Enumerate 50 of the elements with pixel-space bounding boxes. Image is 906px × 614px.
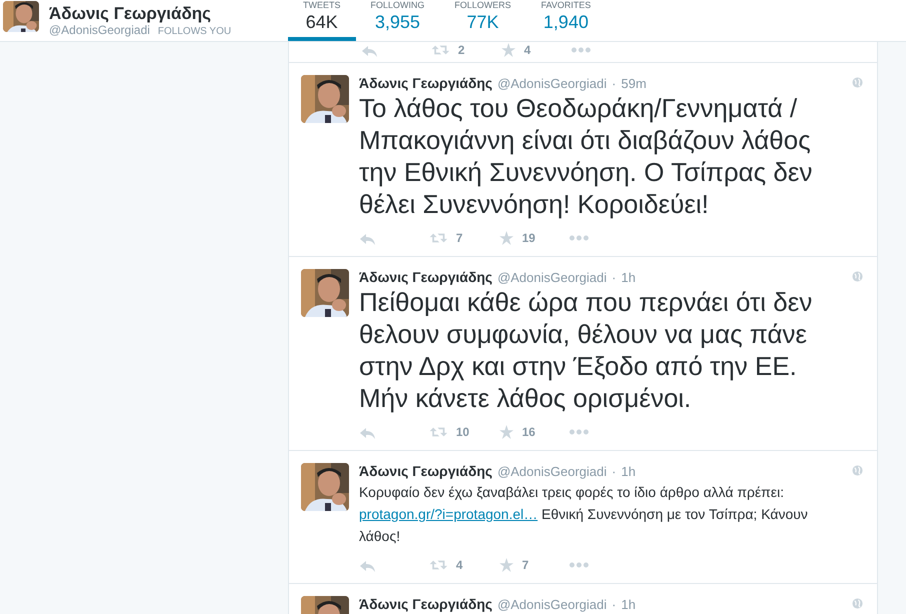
reply-icon[interactable]	[359, 558, 375, 572]
tweet-text: Κορυφαίο δεν έχω ξαναβάλει τρεις φορές το ίδιο άρθρο αλλά πρέπει: protagon.gr/?i=protagon.el… Εθνική Συνεννόηση με τον Τσίπρα; Κάνουν λάθος!	[359, 483, 809, 546]
follows-you-label: FOLLOWS YOU	[158, 26, 232, 36]
retweet-icon[interactable]	[431, 43, 450, 57]
tweet-time: ·	[612, 597, 616, 612]
tweet-time: ·	[612, 464, 616, 479]
author-handle[interactable]: @AdonisGeorgiadi	[497, 76, 607, 91]
author-handle[interactable]: @AdonisGeorgiadi	[497, 270, 607, 285]
reply-icon[interactable]	[359, 425, 375, 439]
stat-tab[interactable]: FOLLOWING 3,955	[356, 0, 440, 41]
author-handle[interactable]: @AdonisGeorgiadi	[497, 464, 607, 479]
stat-tab[interactable]: FOLLOWERS 77K	[440, 0, 526, 41]
reply-icon[interactable]	[359, 231, 375, 245]
star-icon[interactable]	[499, 231, 514, 245]
tweet-text: Πείθομαι κάθε ώρα που περνάει ότι δεν θελουν συμφωνία, θέλουν να μας πάνε στην Δρχ και στην Έξοδο από την ΕΕ. Μήν κάνετε λάθος ορισμένοι.	[359, 286, 814, 414]
star-icon[interactable]	[499, 558, 514, 572]
favorite-count: 4	[524, 43, 531, 57]
profile-handle: @AdonisGeorgiadi	[49, 22, 150, 36]
author-name[interactable]: Άδωνις Γεωργιάδης	[359, 75, 492, 91]
author-name[interactable]: Άδωνις Γεωργιάδης	[359, 269, 492, 285]
profile-name: Άδωνις Γεωργιάδης	[49, 4, 212, 22]
globe-icon	[852, 77, 863, 88]
author-name[interactable]: Άδωνις Γεωργιάδης	[359, 596, 492, 612]
favorite-count: 7	[522, 558, 529, 572]
retweet-count: 7	[456, 231, 463, 245]
retweet-icon[interactable]	[429, 425, 448, 439]
stat-tab[interactable]: FAVORITES 1,940	[526, 0, 606, 41]
tweet-time[interactable]: 59m	[621, 76, 646, 91]
star-icon[interactable]	[499, 425, 514, 439]
author-name[interactable]: Άδωνις Γεωργιάδης	[359, 463, 492, 479]
globe-icon	[852, 465, 863, 476]
favorite-count: 19	[522, 231, 536, 245]
globe-icon	[852, 271, 863, 282]
author-handle[interactable]: @AdonisGeorgiadi	[497, 597, 607, 612]
reply-icon[interactable]	[361, 43, 377, 57]
star-icon[interactable]	[501, 43, 516, 57]
tweet-time: ·	[612, 270, 616, 285]
favorite-count: 16	[522, 425, 536, 439]
retweet-count: 2	[458, 43, 465, 57]
tweet-time[interactable]: 1h	[621, 464, 636, 479]
tweet-time: ·	[612, 76, 616, 91]
retweet-count: 10	[456, 425, 470, 439]
tweet-time[interactable]: 1h	[621, 270, 636, 285]
tweet-link[interactable]: protagon.gr/?i=protagon.el…	[359, 506, 538, 522]
tweet-text: Το λάθος του Θεοδωράκη/Γεννηματά /Μπακογιάννη είναι ότι διαβάζουν λάθος την Εθνική Συνεννόηση. Ο Τσίπρας δεν θέλει Συνεννόηση! Κοροιδεύει!	[359, 92, 814, 220]
retweet-icon[interactable]	[429, 231, 448, 245]
retweet-icon[interactable]	[429, 558, 448, 572]
tweet-time[interactable]: 1h	[621, 597, 636, 612]
globe-icon	[852, 598, 863, 609]
retweet-count: 4	[456, 558, 463, 572]
